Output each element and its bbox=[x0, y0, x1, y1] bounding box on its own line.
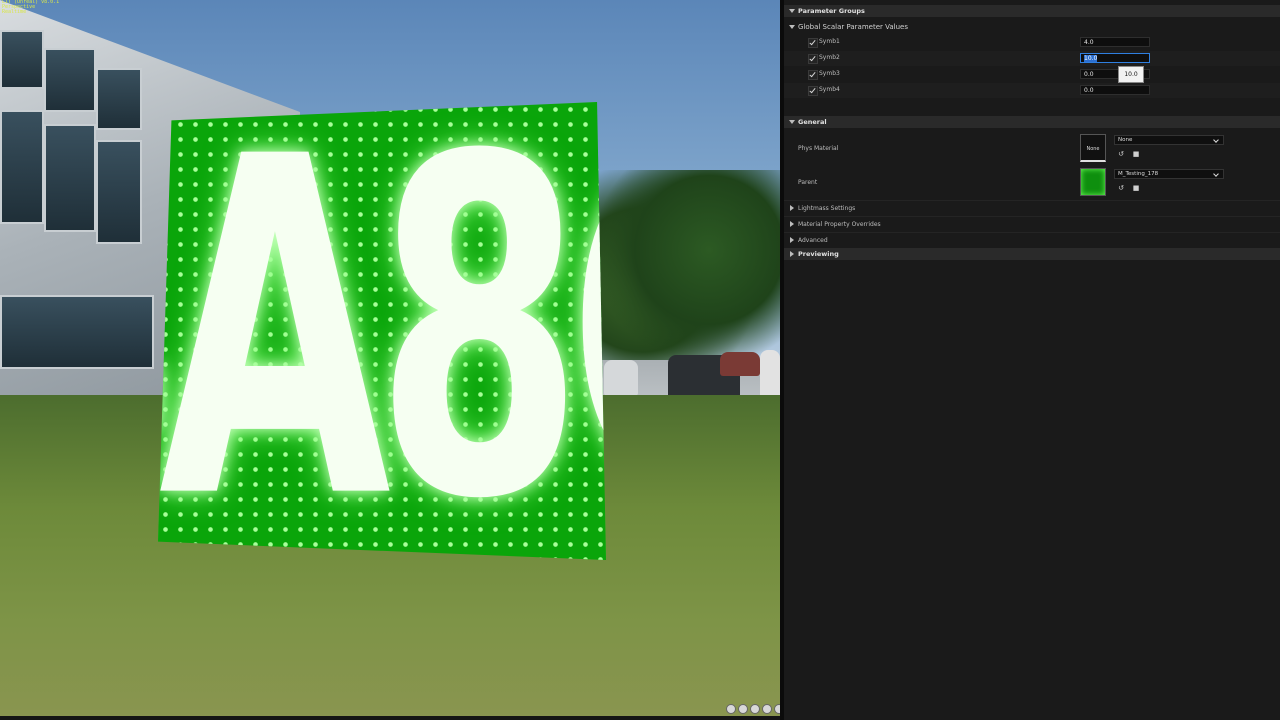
section-lightmass-settings[interactable]: Lightmass Settings bbox=[784, 200, 1280, 216]
override-checkbox[interactable] bbox=[808, 70, 818, 80]
viewport-tool-icon[interactable] bbox=[750, 704, 760, 714]
hud-line: Realtime bbox=[2, 9, 27, 15]
override-checkbox[interactable] bbox=[808, 86, 818, 96]
chevron-down-icon bbox=[1213, 171, 1219, 177]
section-advanced[interactable]: Advanced bbox=[784, 232, 1280, 248]
reset-arrow-icon[interactable]: ↺ bbox=[1117, 184, 1125, 192]
viewport-tool-icon[interactable] bbox=[762, 704, 772, 714]
section-previewing[interactable]: Previewing bbox=[784, 248, 1280, 260]
viewport-tool-icon[interactable] bbox=[726, 704, 736, 714]
parked-car bbox=[720, 352, 760, 376]
section-label: Lightmass Settings bbox=[798, 205, 856, 212]
parent-dropdown[interactable]: M_Testing_178 bbox=[1114, 169, 1224, 179]
building-window bbox=[0, 110, 44, 224]
param-label: Symb4 bbox=[819, 86, 840, 93]
chevron-down-icon bbox=[1213, 137, 1219, 143]
section-label: Material Property Overrides bbox=[798, 221, 881, 228]
viewport-tool-icon[interactable] bbox=[738, 704, 748, 714]
param-value-input[interactable]: 4.0 bbox=[1080, 37, 1150, 47]
param-label: Symb3 bbox=[819, 70, 840, 77]
viewport-stats-hud: LIT (Unreal) v8.0.1 Perspective Realtime bbox=[2, 0, 59, 15]
building-window bbox=[0, 295, 154, 369]
expand-arrow-icon bbox=[789, 9, 795, 13]
param-row-symb4: Symb4 0.0 bbox=[784, 83, 1280, 98]
details-panel: Parameter Groups Global Scalar Parameter… bbox=[784, 0, 1280, 720]
section-label: Advanced bbox=[798, 237, 828, 244]
viewport-toolbar bbox=[726, 704, 780, 714]
building-window bbox=[0, 30, 44, 89]
param-row-symb3: Symb3 0.0 bbox=[784, 67, 1280, 82]
param-value-input[interactable]: 10.0 bbox=[1080, 53, 1150, 63]
parent-material-thumbnail[interactable] bbox=[1080, 168, 1106, 196]
building-window bbox=[96, 68, 142, 130]
building-window bbox=[44, 124, 96, 232]
expand-arrow-icon bbox=[789, 120, 795, 124]
param-row-symb2: Symb2 10.0 bbox=[784, 51, 1280, 66]
selected-text: 10.0 bbox=[1084, 55, 1098, 62]
dropdown-value: M_Testing_178 bbox=[1118, 171, 1159, 177]
section-parameter-groups[interactable]: Parameter Groups bbox=[784, 5, 1280, 17]
section-label: Parameter Groups bbox=[798, 7, 865, 15]
building-window bbox=[44, 48, 96, 112]
building-window bbox=[96, 140, 142, 244]
phys-material-dropdown[interactable]: None bbox=[1114, 135, 1224, 145]
collapse-arrow-icon bbox=[790, 205, 794, 211]
override-checkbox[interactable] bbox=[808, 54, 818, 64]
parent-label: Parent bbox=[798, 179, 818, 186]
section-label: General bbox=[798, 118, 827, 126]
sign-text: 4A8G bbox=[158, 102, 606, 560]
group-label: Global Scalar Parameter Values bbox=[798, 23, 908, 31]
collapse-arrow-icon bbox=[790, 237, 794, 243]
expand-arrow-icon bbox=[789, 25, 795, 29]
phys-material-thumbnail[interactable]: None bbox=[1080, 134, 1106, 162]
collapse-arrow-icon bbox=[790, 221, 794, 227]
param-row-symb1: Symb1 4.0 bbox=[784, 35, 1280, 50]
override-checkbox[interactable] bbox=[808, 38, 818, 48]
collapse-arrow-icon bbox=[790, 251, 794, 257]
led-sign-mesh[interactable]: 4A8G bbox=[158, 102, 606, 560]
section-material-property-overrides[interactable]: Material Property Overrides bbox=[784, 216, 1280, 232]
level-viewport[interactable]: 4A8G LIT (Unreal) v8.0.1 Perspective Rea… bbox=[0, 0, 780, 716]
section-general[interactable]: General bbox=[784, 116, 1280, 128]
reset-arrow-icon[interactable]: ↺ bbox=[1117, 150, 1125, 158]
param-label: Symb2 bbox=[819, 54, 840, 61]
section-label: Previewing bbox=[798, 250, 839, 258]
global-scalar-group[interactable]: Global Scalar Parameter Values bbox=[784, 20, 1280, 34]
phys-material-label: Phys Material bbox=[798, 145, 839, 152]
param-label: Symb1 bbox=[819, 38, 840, 45]
param-value-input[interactable]: 0.0 bbox=[1080, 85, 1150, 95]
trees bbox=[595, 170, 780, 370]
parked-car bbox=[604, 360, 638, 396]
browse-folder-icon[interactable]: ■ bbox=[1132, 184, 1140, 192]
browse-folder-icon[interactable]: ■ bbox=[1132, 150, 1140, 158]
value-tooltip: 10.0 bbox=[1118, 66, 1144, 83]
parked-car bbox=[760, 350, 780, 398]
dropdown-value: None bbox=[1118, 137, 1133, 143]
